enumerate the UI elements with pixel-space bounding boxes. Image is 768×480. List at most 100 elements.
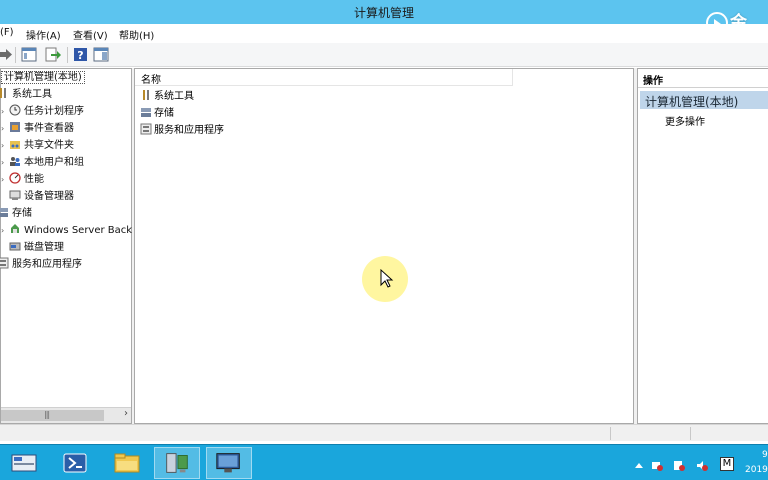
taskbar-computer-management[interactable] <box>154 447 200 479</box>
actions-pane: 操作 计算机管理(本地) 更多操作 <box>637 68 768 424</box>
tree-item-performance[interactable]: 性能 <box>9 172 44 188</box>
tree-item-label: 磁盘管理 <box>24 242 64 253</box>
tree-item-label: 存储 <box>12 208 32 219</box>
clock-date[interactable]: 2019 <box>745 465 768 475</box>
tree-item-shared-folders[interactable]: 共享文件夹 <box>9 138 74 154</box>
tree-item-label: 系统工具 <box>12 89 52 100</box>
device-manager-icon <box>9 190 21 200</box>
forward-arrow-icon[interactable] <box>0 46 15 63</box>
list-item-label: 系统工具 <box>154 91 194 102</box>
tools-icon <box>143 90 149 100</box>
expand-icon[interactable]: › <box>1 104 7 120</box>
computer-management-icon <box>166 453 188 473</box>
expand-icon[interactable]: › <box>1 138 7 154</box>
menu-action[interactable]: 操作(A) <box>26 27 61 42</box>
tree-item-event-viewer[interactable]: 事件查看器 <box>9 121 74 137</box>
column-header-label: 名称 <box>141 75 161 86</box>
tree-item-task-scheduler[interactable]: 任务计划程序 <box>9 104 84 120</box>
network-icon[interactable] <box>651 460 663 471</box>
scroll-right-arrow-icon[interactable]: › <box>124 408 128 419</box>
taskbar: M 9 2019 <box>0 444 768 480</box>
export-list-icon[interactable] <box>44 46 62 63</box>
list-item-label: 服务和应用程序 <box>154 125 224 136</box>
console-tree-icon[interactable] <box>20 46 38 63</box>
tree-item-label: 事件查看器 <box>24 123 74 134</box>
actions-header: 操作 <box>638 69 768 88</box>
expand-icon[interactable]: › <box>1 172 7 188</box>
services-icon <box>140 123 152 135</box>
status-divider <box>610 427 611 440</box>
disk-icon <box>9 242 21 251</box>
main-area: 计算机管理(本地) 系统工具 › 任务计划程序 › 事件查看器 › 共享文件夹 … <box>0 68 768 424</box>
list-item-label: 存储 <box>154 108 174 119</box>
details-pane: 名称 系统工具 存储 服务和应用程序 <box>134 68 634 424</box>
tree-item-services-apps[interactable]: 服务和应用程序 <box>0 257 82 273</box>
tree-item-local-users[interactable]: 本地用户和组 <box>9 155 84 171</box>
menu-view[interactable]: 查看(V) <box>73 27 108 42</box>
backup-icon <box>11 224 19 233</box>
list-item-storage[interactable]: 存储 <box>140 106 174 122</box>
tree-item-storage[interactable]: 存储 <box>0 206 32 222</box>
column-header-name[interactable]: 名称 <box>135 69 513 86</box>
show-action-pane-icon[interactable] <box>92 46 110 63</box>
status-divider <box>690 427 691 440</box>
tree-root-label: 计算机管理(本地) <box>1 71 85 84</box>
taskbar-remote-desktop[interactable] <box>206 447 252 479</box>
tree-item-label: 本地用户和组 <box>24 157 84 168</box>
users-icon <box>10 157 20 166</box>
event-viewer-icon <box>10 122 20 132</box>
horizontal-scrollbar[interactable]: ||| › <box>1 407 131 423</box>
clock-time[interactable]: 9 <box>762 450 768 460</box>
actions-header-label: 操作 <box>643 76 663 87</box>
status-bar <box>0 424 768 441</box>
tree-item-label: 服务和应用程序 <box>12 259 82 270</box>
window-title: 计算机管理 <box>353 6 414 20</box>
expand-icon[interactable]: › <box>1 223 7 239</box>
expand-icon[interactable]: › <box>1 121 7 137</box>
menu-help[interactable]: 帮助(H) <box>119 27 154 42</box>
actions-group-computer-management[interactable]: 计算机管理(本地) <box>640 91 768 109</box>
powershell-icon[interactable] <box>52 447 98 479</box>
toolbar-separator <box>15 47 16 63</box>
list-item-system-tools[interactable]: 系统工具 <box>140 89 194 105</box>
tree-item-disk-management[interactable]: 磁盘管理 <box>9 240 64 256</box>
tree-item-device-manager[interactable]: 设备管理器 <box>9 189 74 205</box>
tree-item-label: 性能 <box>24 174 44 185</box>
tree-item-label: Windows Server Back <box>24 225 133 236</box>
help-icon[interactable]: ? <box>72 46 90 63</box>
clock-icon <box>9 104 21 116</box>
mouse-pointer-icon <box>380 269 394 288</box>
menu-bar: (F) 操作(A) 查看(V) 帮助(H) <box>0 24 768 43</box>
server-manager-icon[interactable] <box>2 447 48 479</box>
tree-root[interactable]: 计算机管理(本地) <box>1 70 85 86</box>
expand-icon[interactable]: › <box>1 155 7 171</box>
action-center-icon[interactable] <box>673 460 685 471</box>
svg-text:?: ? <box>77 49 83 62</box>
console-tree-pane: 计算机管理(本地) 系统工具 › 任务计划程序 › 事件查看器 › 共享文件夹 … <box>0 68 132 424</box>
show-hidden-icons-icon[interactable] <box>633 460 645 471</box>
list-item-services-apps[interactable]: 服务和应用程序 <box>140 123 224 139</box>
storage-icon <box>141 108 151 117</box>
tree-item-label: 共享文件夹 <box>24 140 74 151</box>
speaker-icon[interactable] <box>696 460 708 471</box>
actions-group-label: 计算机管理(本地) <box>645 95 739 109</box>
scrollbar-thumb[interactable]: ||| <box>1 410 104 421</box>
performance-icon <box>9 172 21 184</box>
input-language-indicator[interactable]: M <box>720 457 734 471</box>
grip-icon: ||| <box>44 410 50 419</box>
storage-icon <box>0 208 8 217</box>
more-actions-link[interactable]: 更多操作 <box>665 113 705 128</box>
title-bar[interactable]: 计算机管理 金 <box>0 0 768 34</box>
toolbar: ? <box>0 43 768 67</box>
toolbar-separator <box>67 47 68 63</box>
tree-item-label: 设备管理器 <box>24 191 74 202</box>
file-explorer-icon[interactable] <box>104 447 150 479</box>
tree-item-system-tools[interactable]: 系统工具 <box>0 87 52 103</box>
tree-item-label: 任务计划程序 <box>24 106 84 117</box>
shared-folder-icon <box>10 141 20 149</box>
services-icon <box>0 257 9 269</box>
tree-item-windows-server-backup[interactable]: Windows Server Back <box>9 223 132 239</box>
tools-icon <box>0 88 6 98</box>
monitor-icon <box>216 453 240 473</box>
menu-file[interactable]: (F) <box>0 27 14 38</box>
